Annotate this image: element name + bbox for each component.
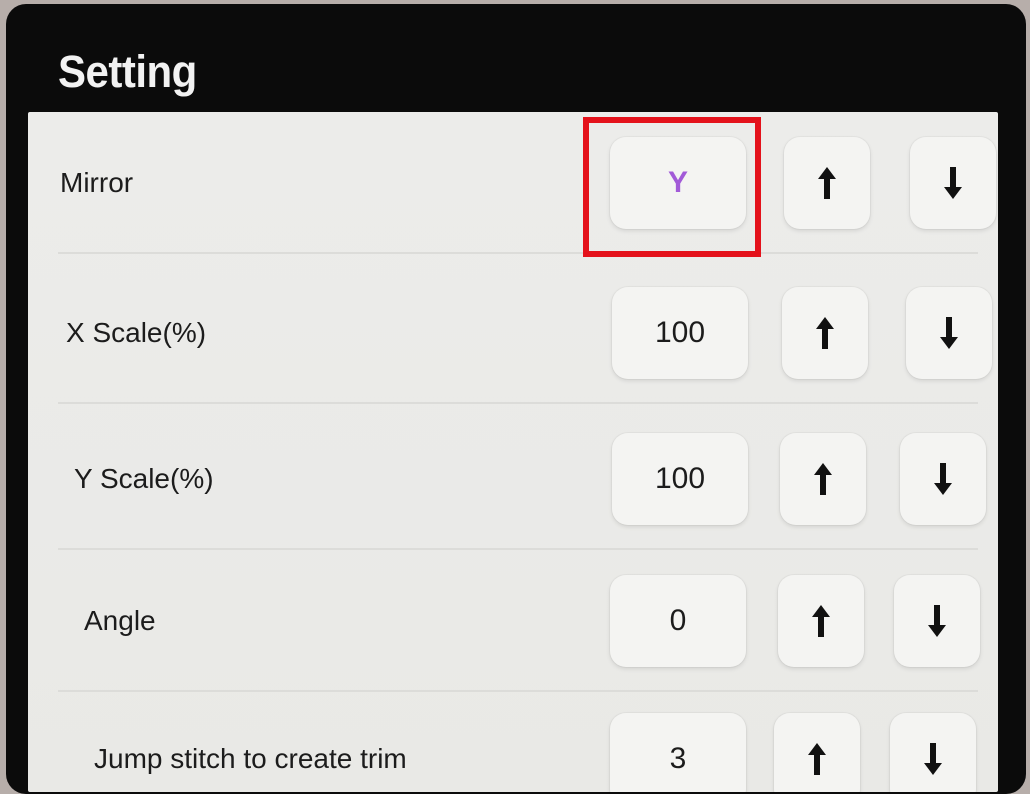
arrow-down-icon — [944, 167, 962, 199]
row-divider — [58, 252, 978, 254]
setting-row-y-scale: Y Scale(%) 100 — [28, 408, 998, 550]
setting-row-angle: Angle 0 — [28, 550, 998, 692]
x-scale-decrease-button[interactable] — [906, 287, 992, 379]
angle-increase-button[interactable] — [778, 575, 864, 667]
y-scale-increase-button[interactable] — [780, 433, 866, 525]
angle-decrease-button[interactable] — [894, 575, 980, 667]
arrow-up-icon — [818, 167, 836, 199]
x-scale-increase-button[interactable] — [782, 287, 868, 379]
setting-label: Jump stitch to create trim — [94, 743, 407, 774]
arrow-up-icon — [812, 605, 830, 637]
angle-value-button[interactable]: 0 — [610, 575, 746, 667]
settings-panel: Mirror Y X Scale(%) 100 Y Scale(%) 100 A… — [28, 112, 998, 792]
setting-label: Mirror — [60, 167, 134, 198]
setting-label: Angle — [84, 605, 156, 636]
page-title: Setting — [58, 46, 197, 97]
setting-row-jump-stitch: Jump stitch to create trim 3 — [28, 688, 998, 792]
arrow-up-icon — [808, 743, 826, 775]
arrow-down-icon — [934, 463, 952, 495]
arrow-up-icon — [814, 463, 832, 495]
y-scale-decrease-button[interactable] — [900, 433, 986, 525]
jump-stitch-value-button[interactable]: 3 — [610, 713, 746, 792]
arrow-down-icon — [928, 605, 946, 637]
mirror-decrease-button[interactable] — [910, 137, 996, 229]
arrow-up-icon — [816, 317, 834, 349]
arrow-down-icon — [924, 743, 942, 775]
setting-label: Y Scale(%) — [74, 463, 214, 494]
x-scale-value-button[interactable]: 100 — [612, 287, 748, 379]
setting-row-mirror: Mirror Y — [28, 112, 998, 254]
arrow-down-icon — [940, 317, 958, 349]
jump-stitch-decrease-button[interactable] — [890, 713, 976, 792]
mirror-value-button[interactable]: Y — [610, 137, 746, 229]
mirror-increase-button[interactable] — [784, 137, 870, 229]
row-divider — [58, 402, 978, 404]
setting-row-x-scale: X Scale(%) 100 — [28, 262, 998, 404]
jump-stitch-increase-button[interactable] — [774, 713, 860, 792]
y-scale-value-button[interactable]: 100 — [612, 433, 748, 525]
setting-label: X Scale(%) — [66, 317, 207, 348]
